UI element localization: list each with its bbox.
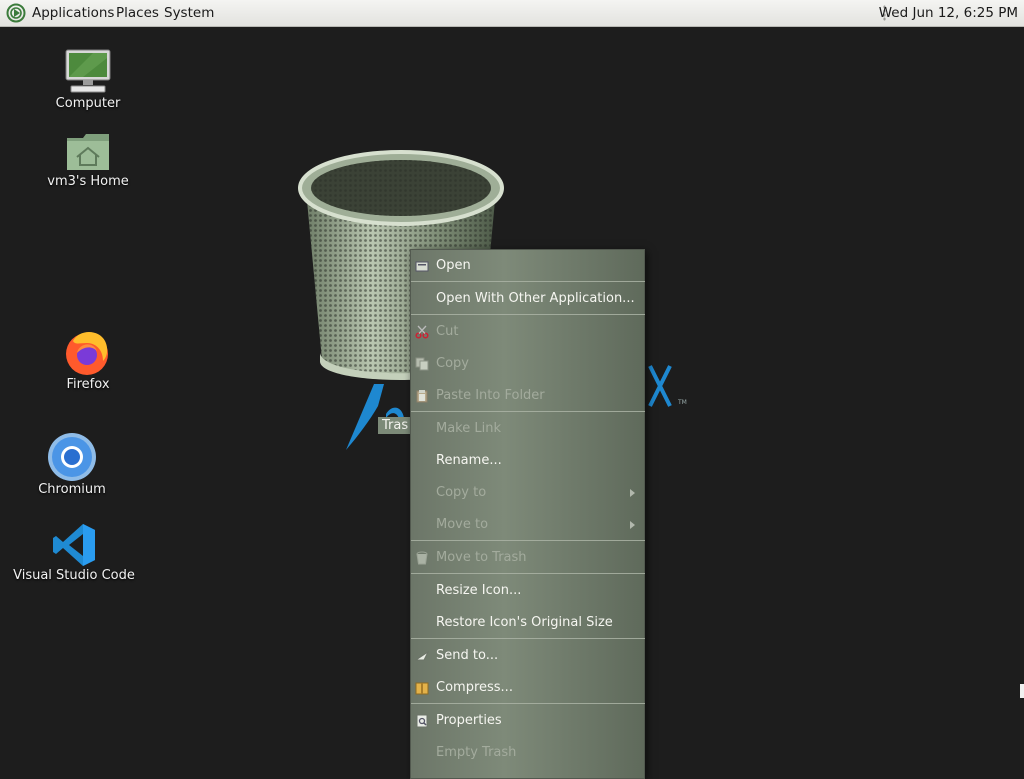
menu-item-label: Restore Icon's Original Size: [436, 615, 613, 630]
menu-item-label: Move to Trash: [436, 550, 527, 565]
home-label: vm3's Home: [47, 174, 129, 189]
menu-item-label: Open With Other Application...: [436, 291, 635, 306]
desktop-icon-home[interactable]: vm3's Home: [44, 130, 132, 189]
menu-item-paste-into-folder[interactable]: Paste Into Folder: [411, 384, 645, 408]
menu-item-label: Resize Icon...: [436, 583, 522, 598]
menu-separator: [411, 314, 645, 315]
menu-item-copy[interactable]: Copy: [411, 352, 645, 376]
menu-item-move-to[interactable]: Move to: [411, 513, 645, 537]
chromium-icon: [48, 433, 96, 481]
menu-item-label: Send to...: [436, 648, 499, 663]
vscode-icon: [53, 524, 95, 566]
menu-item-label: Rename...: [436, 453, 502, 468]
menu-item-label: Cut: [436, 324, 459, 339]
menu-item-label: Copy to: [436, 485, 487, 500]
menu-separator: [411, 540, 645, 541]
menu-item-restore-size[interactable]: Restore Icon's Original Size: [411, 611, 645, 635]
open-icon: [415, 261, 429, 272]
svg-text:TM: TM: [677, 399, 687, 406]
chromium-label: Chromium: [38, 482, 106, 497]
menu-item-move-to-trash[interactable]: Move to Trash: [411, 546, 645, 570]
desktop-icon-computer[interactable]: Computer: [44, 46, 132, 111]
computer-label: Computer: [55, 96, 121, 111]
wallpaper-logo-x: TM: [648, 365, 687, 407]
menu-item-open[interactable]: Open: [411, 254, 645, 278]
submenu-arrow-icon: [630, 521, 635, 529]
clock[interactable]: Wed Jun 12, 6:25 PM: [879, 5, 1018, 21]
firefox-icon: [66, 332, 108, 375]
system-menu[interactable]: System: [164, 5, 214, 21]
home-folder-icon: [67, 134, 109, 170]
applications-menu[interactable]: Applications: [32, 5, 114, 21]
desktop-icon-chromium[interactable]: Chromium: [28, 432, 116, 497]
mouse-pointer: [1020, 684, 1024, 698]
applications-logo-icon[interactable]: [6, 3, 26, 23]
copy-icon: [415, 357, 429, 371]
menu-item-label: Empty Trash: [436, 745, 517, 760]
desktop-icon-vscode[interactable]: Visual Studio Code: [12, 522, 136, 583]
desktop-icon-firefox[interactable]: Firefox: [44, 327, 132, 392]
submenu-arrow-icon: [630, 489, 635, 497]
menu-separator: [411, 638, 645, 639]
menu-item-compress[interactable]: Compress...: [411, 676, 645, 700]
context-menu: Open Open With Other Application... Cut …: [410, 249, 645, 779]
computer-icon: [65, 49, 111, 93]
paste-icon: [416, 390, 428, 403]
vscode-label: Visual Studio Code: [13, 568, 135, 583]
trash-icon: [416, 551, 428, 565]
menu-separator: [411, 411, 645, 412]
menu-item-rename[interactable]: Rename...: [411, 449, 645, 473]
menu-item-empty-trash[interactable]: Empty Trash: [411, 741, 645, 765]
menu-item-label: Copy: [436, 356, 469, 371]
menu-item-send-to[interactable]: Send to...: [411, 644, 645, 668]
menu-item-label: Make Link: [436, 421, 501, 436]
archive-icon: [415, 682, 429, 695]
menu-item-label: Open: [436, 258, 471, 273]
firefox-label: Firefox: [66, 377, 110, 392]
menu-item-properties[interactable]: Properties: [411, 709, 645, 733]
menu-item-label: Paste Into Folder: [436, 388, 545, 403]
menu-item-label: Properties: [436, 713, 502, 728]
send-icon: [415, 650, 429, 661]
menu-item-label: Move to: [436, 517, 489, 532]
scissors-icon: [415, 325, 429, 339]
menu-item-copy-to[interactable]: Copy to: [411, 481, 645, 505]
menu-item-open-with[interactable]: Open With Other Application...: [411, 287, 645, 311]
menu-item-make-link[interactable]: Make Link: [411, 417, 645, 441]
menu-item-label: Compress...: [436, 680, 513, 695]
menu-separator: [411, 703, 645, 704]
top-panel: Applications Places System Wed Jun 12, 6…: [0, 0, 1024, 27]
menu-separator: [411, 573, 645, 574]
places-menu[interactable]: Places: [116, 5, 159, 21]
menu-separator: [411, 281, 645, 282]
menu-item-resize-icon[interactable]: Resize Icon...: [411, 579, 645, 603]
properties-icon: [416, 714, 428, 728]
menu-item-cut[interactable]: Cut: [411, 320, 645, 344]
trash-label[interactable]: Tras: [378, 417, 413, 434]
